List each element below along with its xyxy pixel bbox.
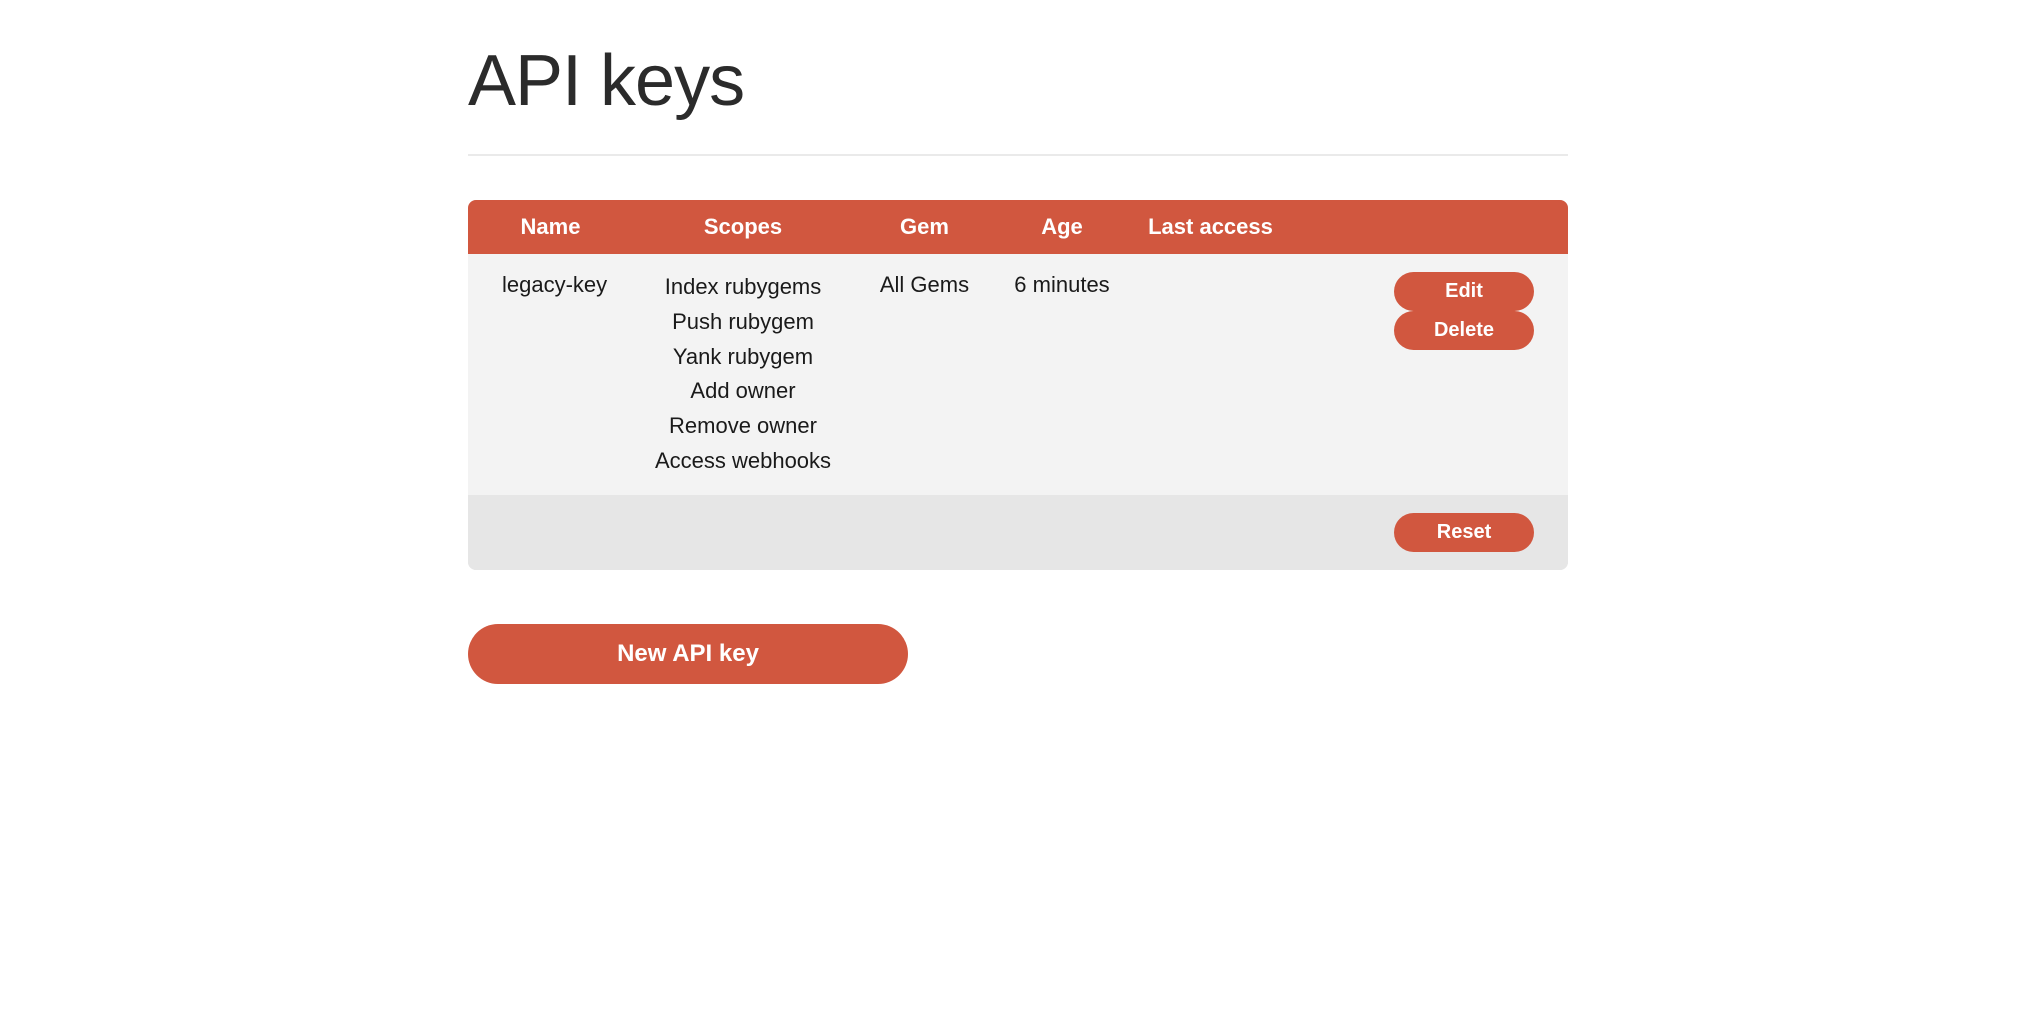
new-api-key-button[interactable]: New API key (468, 624, 908, 684)
cell-actions: Edit Delete (1293, 272, 1568, 350)
table-row: legacy-key Index rubygems Push rubygem Y… (468, 254, 1568, 495)
new-api-key-wrap: New API key (468, 624, 1568, 684)
header-gem: Gem (853, 214, 996, 240)
scope-item: Yank rubygem (673, 342, 813, 373)
cell-scopes: Index rubygems Push rubygem Yank rubygem… (633, 272, 853, 477)
api-keys-page: API keys Name Scopes Gem Age Last access… (368, 0, 1668, 724)
table-footer: Reset (468, 495, 1568, 570)
cell-gem: All Gems (853, 272, 996, 298)
cell-age: 6 minutes (996, 272, 1128, 298)
scope-item: Remove owner (669, 411, 817, 442)
scope-item: Access webhooks (655, 446, 831, 477)
cell-name: legacy-key (468, 272, 633, 298)
header-name: Name (468, 214, 633, 240)
delete-button[interactable]: Delete (1394, 311, 1534, 350)
header-actions (1293, 214, 1568, 240)
scope-item: Add owner (690, 376, 795, 407)
header-divider (468, 154, 1568, 156)
scope-item: Push rubygem (672, 307, 814, 338)
scope-item: Index rubygems (665, 272, 822, 303)
api-keys-table: Name Scopes Gem Age Last access legacy-k… (468, 200, 1568, 570)
header-age: Age (996, 214, 1128, 240)
header-last-access: Last access (1128, 214, 1293, 240)
edit-button[interactable]: Edit (1394, 272, 1534, 311)
header-scopes: Scopes (633, 214, 853, 240)
scope-list: Index rubygems Push rubygem Yank rubygem… (647, 272, 839, 477)
table-header-row: Name Scopes Gem Age Last access (468, 200, 1568, 254)
page-title: API keys (468, 40, 1568, 122)
reset-button[interactable]: Reset (1394, 513, 1534, 552)
